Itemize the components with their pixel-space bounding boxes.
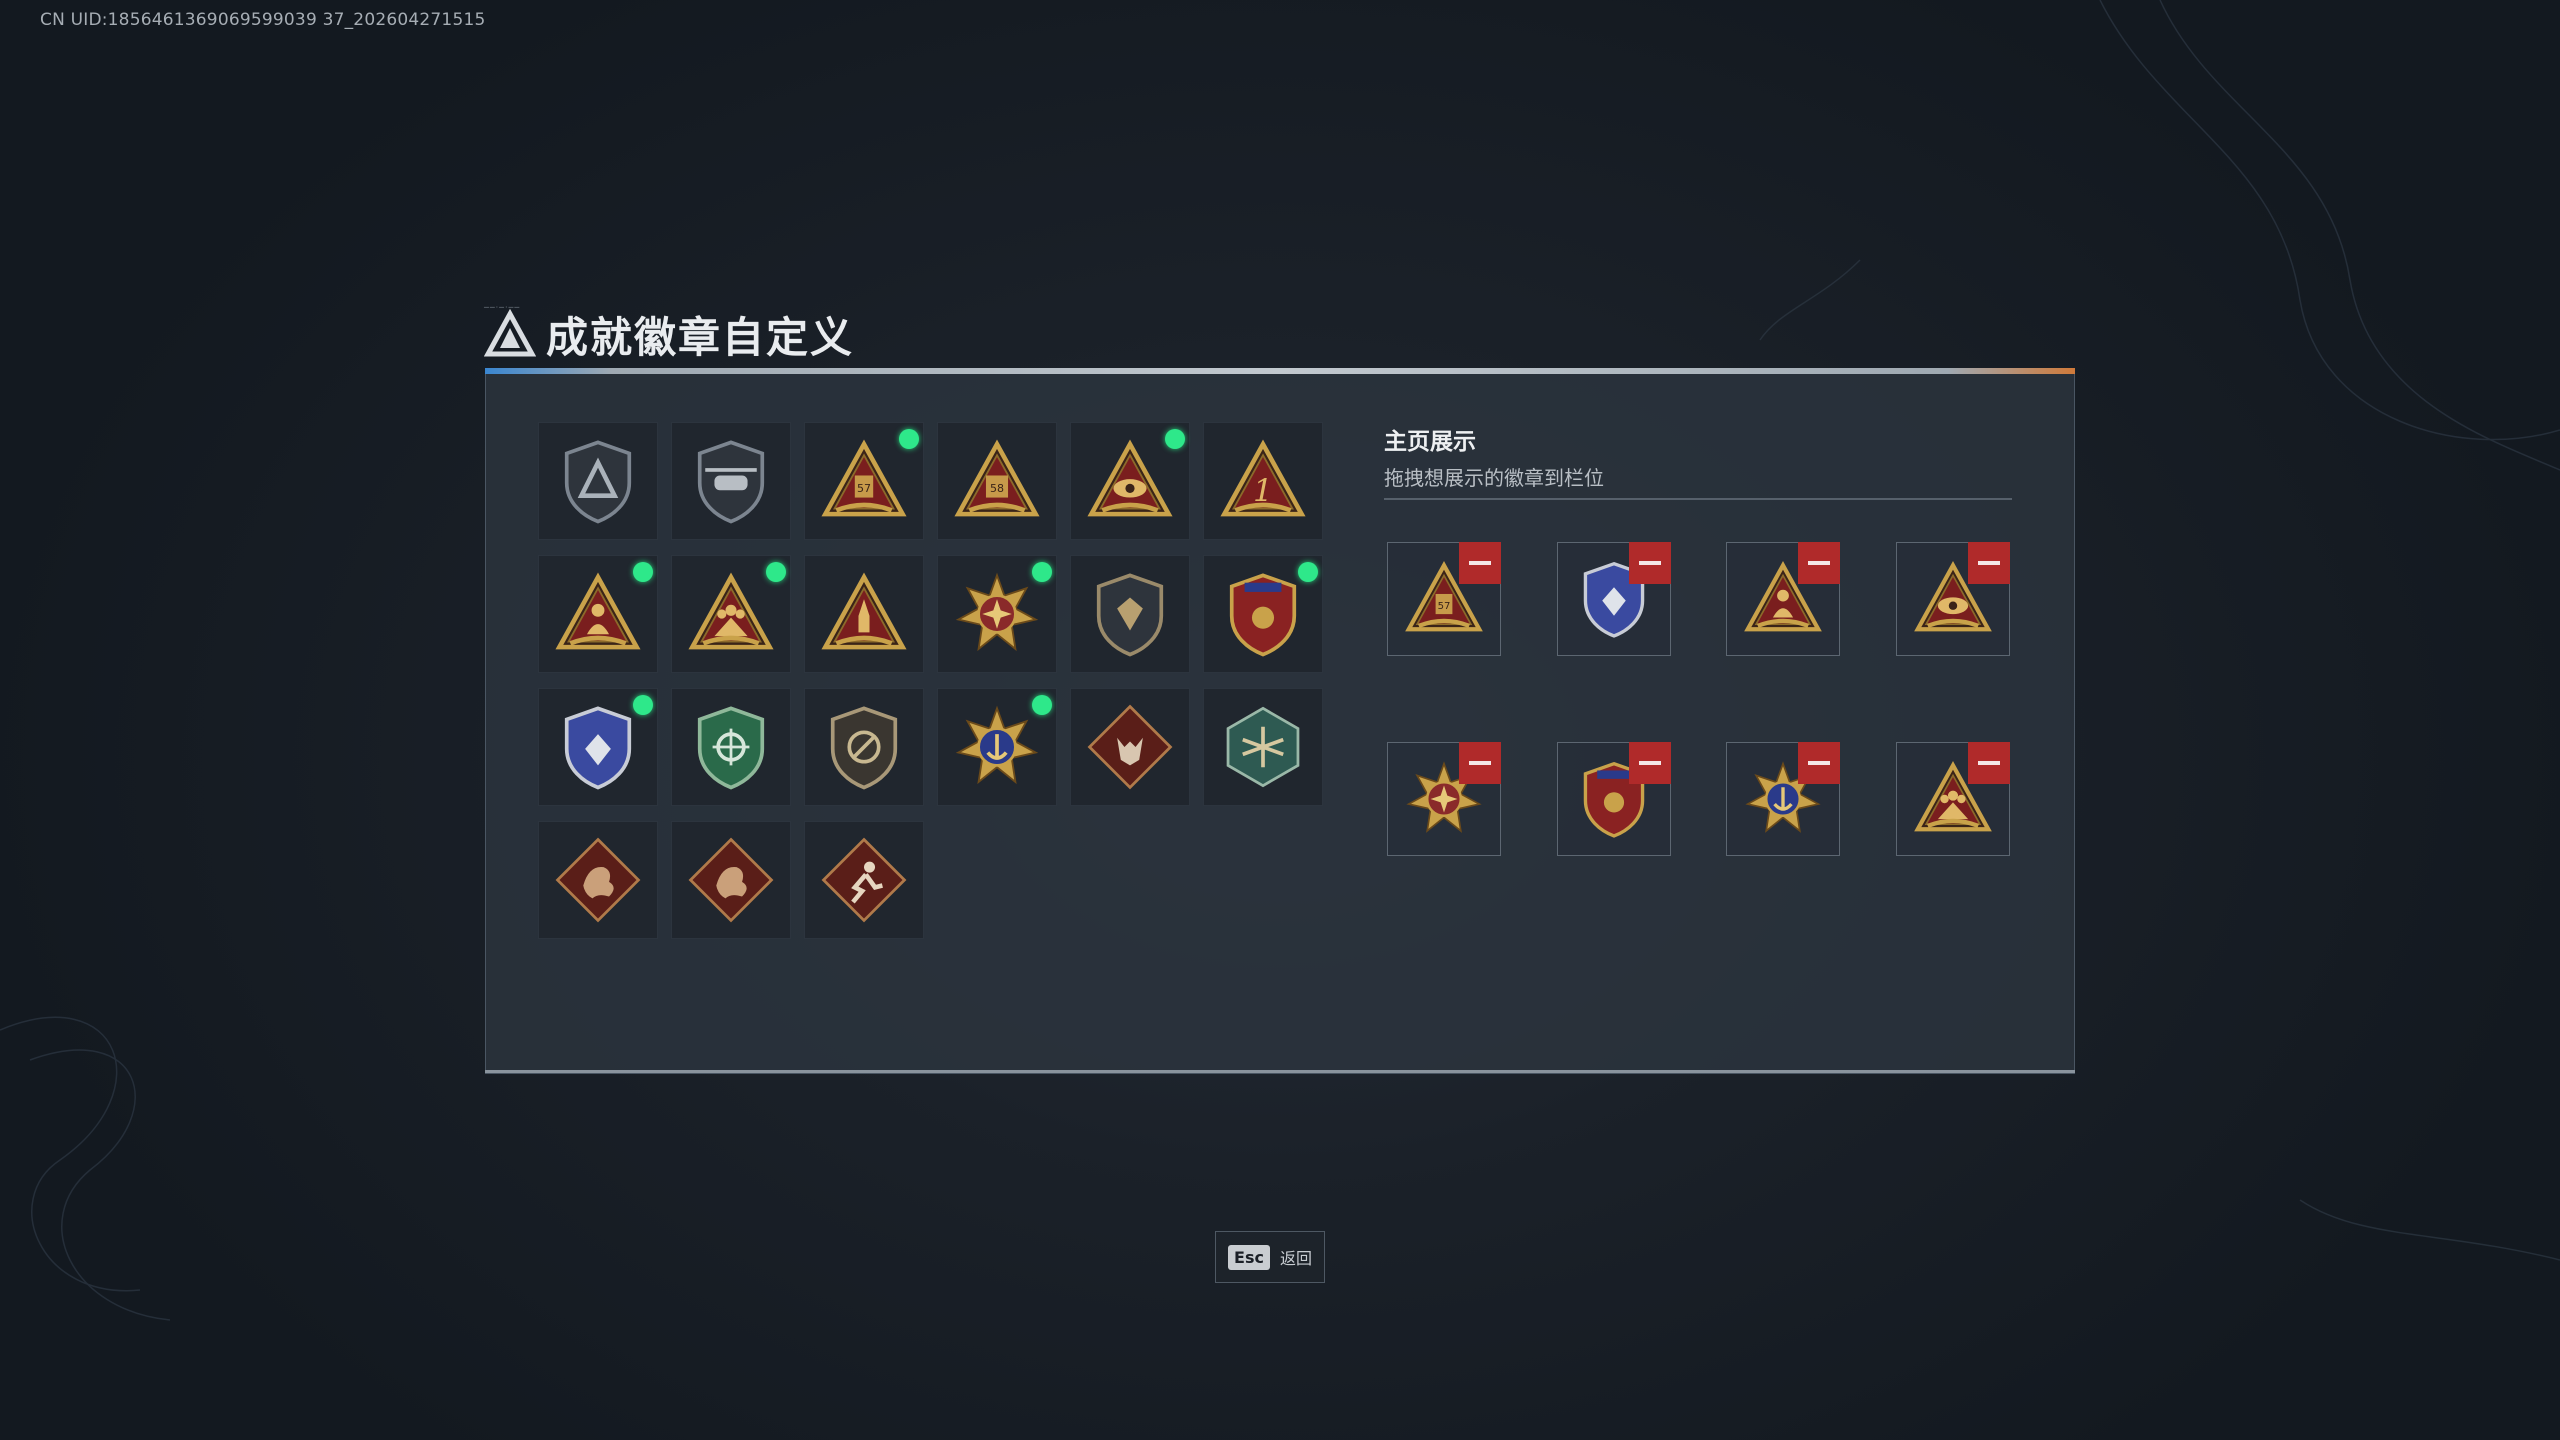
badge-cell[interactable] [1070,422,1190,540]
display-slot[interactable] [1895,742,2010,856]
page-title: 成就徽章自定义 [546,312,855,362]
display-divider [1384,498,2012,500]
remove-badge-button[interactable] [1798,542,1840,584]
badge-cell[interactable] [937,555,1057,673]
delta-logo-icon [484,308,536,357]
dragon-diamond-badge-icon [555,837,641,923]
badge-cell[interactable] [804,821,924,939]
minus-icon [1808,561,1830,565]
red-stars-shield-medal-icon [1229,573,1297,657]
back-label: 返回 [1279,1249,1312,1268]
triangle-squad-badge-icon [688,572,774,650]
badge-cell[interactable] [538,555,658,673]
back-button[interactable]: Esc 返回 [1215,1231,1325,1283]
triangle-soldier-badge-icon [555,572,641,650]
helicopter-shield-badge-icon [697,440,765,524]
display-slot[interactable] [1726,742,1840,856]
badge-cell[interactable] [538,688,658,806]
badge-cell[interactable] [671,555,791,673]
minus-icon [1638,561,1661,565]
badge-cell[interactable] [671,821,791,939]
minus-icon [1977,761,2000,765]
new-indicator-dot [1032,562,1052,582]
badge-cell[interactable]: 57 [804,422,924,540]
badge-cell[interactable] [937,688,1057,806]
badge-cell[interactable] [1203,555,1323,673]
triangle-number-one-badge-icon: 1 [1220,439,1306,517]
remove-badge-button[interactable] [1628,542,1671,584]
remove-badge-button[interactable] [1967,742,2010,784]
display-slot[interactable] [1726,542,1840,656]
runner-diamond-badge-icon [821,837,907,923]
display-slot[interactable]: 57 [1387,542,1501,656]
homepage-display-section: 主页展示 拖拽想展示的徽章到栏位 57 [1384,422,2012,856]
shield-emblem-badge-icon [1096,573,1164,657]
minus-icon [1977,561,2000,565]
display-slot[interactable] [1895,542,2010,656]
svg-text:57: 57 [857,482,871,495]
esc-key-hint: Esc [1228,1244,1270,1270]
page-header: 成就徽章自定义 [484,304,854,364]
display-subtitle: 拖拽想展示的徽章到栏位 [1384,466,1604,490]
triangle-58-badge-icon: 58 [954,439,1040,517]
display-slot[interactable] [1556,742,1671,856]
remove-badge-button[interactable] [1459,742,1501,784]
uid-label: CN UID:1856461369069599039 37_2026042715… [40,10,486,30]
new-indicator-dot [1298,562,1318,582]
badge-cell[interactable] [1203,688,1323,806]
badge-cell[interactable] [671,422,791,540]
gold-anchor-crest-medal-icon [955,705,1039,785]
badge-cell[interactable]: 1 [1203,422,1323,540]
triangle-rocket-badge-icon [821,572,907,650]
badge-cell[interactable] [671,688,791,806]
triangle-57-badge-icon: 57 [821,439,907,517]
display-title: 主页展示 [1384,429,1476,455]
display-slot[interactable] [1387,742,1501,856]
triangle-eye-badge-icon [1087,439,1173,517]
panel-bottom-line [485,1070,2075,1073]
green-crosshair-shield-badge-icon [697,706,765,790]
panel-top-accent [485,368,2075,374]
dragonfly-hexagon-badge-icon [1226,706,1300,788]
minus-icon [1469,561,1491,565]
new-indicator-dot [1032,695,1052,715]
badge-cell[interactable] [538,821,658,939]
minus-icon [1808,761,1830,765]
new-indicator-dot [633,562,653,582]
badge-cell[interactable] [1070,688,1190,806]
remove-badge-button[interactable] [1798,742,1840,784]
dragon-diamond-badge-2-icon [688,837,774,923]
no-rifle-shield-badge-icon [830,706,898,790]
badge-cell[interactable]: 58 [937,422,1057,540]
minus-icon [1638,761,1661,765]
shield-delta-badge-icon [564,440,632,524]
badge-cell[interactable] [1070,555,1190,673]
svg-text:58: 58 [990,482,1004,495]
minus-icon [1469,761,1491,765]
remove-badge-button[interactable] [1459,542,1501,584]
new-indicator-dot [766,562,786,582]
new-indicator-dot [1165,429,1185,449]
remove-badge-button[interactable] [1967,542,2010,584]
badge-cell[interactable] [804,688,924,806]
new-indicator-dot [899,429,919,449]
star-compass-medal-icon [955,572,1039,652]
svg-text:57: 57 [1438,601,1451,612]
remove-badge-button[interactable] [1628,742,1671,784]
blue-diamond-shield-medal-icon [564,706,632,790]
badge-cell[interactable] [538,422,658,540]
wolf-diamond-badge-icon [1087,704,1173,790]
display-slot[interactable] [1556,542,1671,656]
new-indicator-dot [633,695,653,715]
badge-cell[interactable] [804,555,924,673]
